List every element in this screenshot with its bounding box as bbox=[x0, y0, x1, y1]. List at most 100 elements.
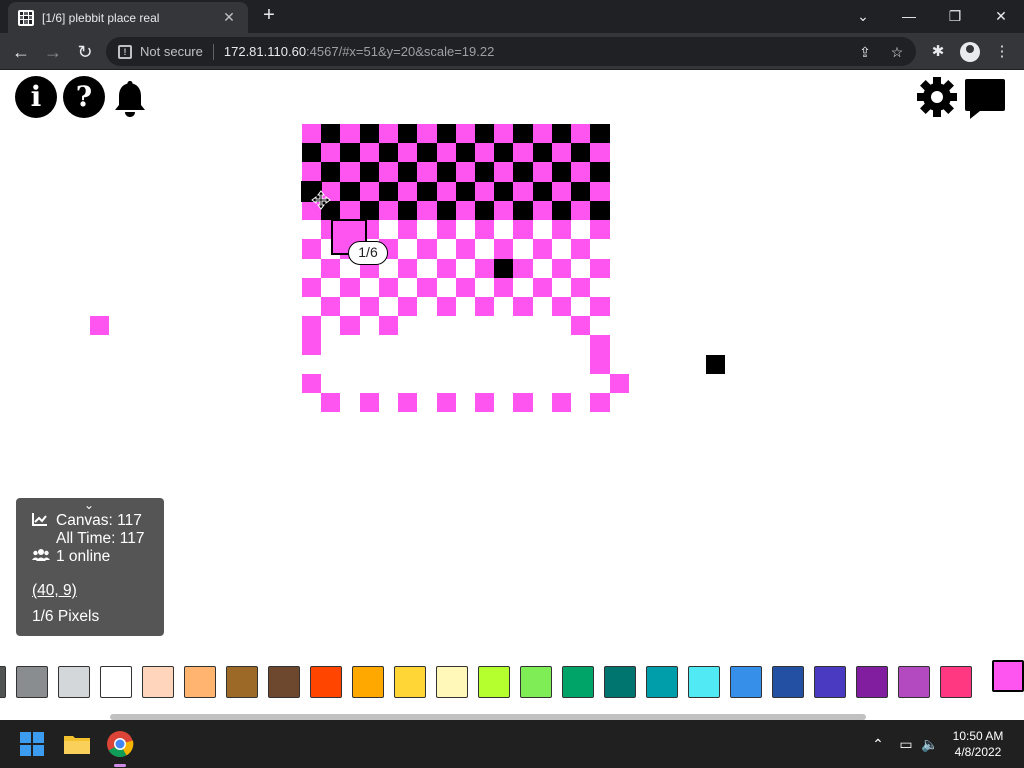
online-row: 1 online bbox=[32, 548, 164, 566]
palette-swatch[interactable] bbox=[730, 666, 762, 698]
canvas-pixel bbox=[398, 200, 418, 221]
canvas-pixel bbox=[90, 316, 110, 336]
forward-button[interactable]: → bbox=[40, 39, 66, 65]
canvas-pixel bbox=[474, 258, 495, 278]
palette-swatch[interactable] bbox=[184, 666, 216, 698]
palette-swatch[interactable] bbox=[604, 666, 636, 698]
back-button[interactable]: ← bbox=[8, 39, 34, 65]
users-icon bbox=[32, 548, 50, 567]
windows-start-icon[interactable] bbox=[16, 728, 48, 760]
canvas-pixel bbox=[321, 162, 341, 182]
palette-swatch[interactable] bbox=[814, 666, 846, 698]
info-button[interactable]: i bbox=[15, 76, 57, 118]
canvas-pixel bbox=[551, 296, 572, 317]
canvas-pixel bbox=[455, 162, 475, 182]
canvas-pixel bbox=[706, 355, 726, 375]
palette-swatch[interactable] bbox=[352, 666, 384, 698]
canvas-pixel bbox=[513, 220, 533, 240]
palette-swatch[interactable] bbox=[436, 666, 468, 698]
canvas-pixel bbox=[436, 220, 456, 240]
palette-swatch[interactable] bbox=[58, 666, 90, 698]
palette-swatch[interactable] bbox=[310, 666, 342, 698]
canvas-count-row: Canvas: 117 bbox=[32, 512, 164, 530]
palette-swatch[interactable] bbox=[226, 666, 258, 698]
chrome-icon[interactable] bbox=[104, 728, 136, 760]
new-tab-button[interactable]: + bbox=[258, 5, 280, 27]
profile-avatar-icon[interactable] bbox=[960, 42, 980, 62]
extensions-icon[interactable]: ✱ bbox=[928, 42, 948, 62]
palette-swatch[interactable] bbox=[688, 666, 720, 698]
canvas-pixel bbox=[340, 200, 360, 221]
palette-swatch[interactable] bbox=[268, 666, 300, 698]
canvas-pixel bbox=[378, 316, 399, 336]
canvas-pixel bbox=[474, 181, 495, 201]
palette-swatch[interactable] bbox=[772, 666, 804, 698]
canvas-pixel bbox=[359, 143, 379, 163]
share-icon[interactable]: ⇪ bbox=[856, 43, 874, 61]
bookmark-star-icon[interactable]: ☆ bbox=[888, 43, 906, 61]
taskbar: ⌃ ▭ 🔈 10:50 AM 4/8/2022 bbox=[0, 720, 1024, 768]
coordinates-link[interactable]: (40, 9) bbox=[32, 582, 77, 600]
system-clock[interactable]: 10:50 AM 4/8/2022 bbox=[940, 728, 1016, 760]
canvas-pixel bbox=[513, 124, 533, 144]
tab-title: [1/6] plebbit place real bbox=[42, 10, 160, 25]
palette-swatch[interactable] bbox=[100, 666, 132, 698]
notification-bell-icon[interactable] bbox=[110, 78, 150, 120]
canvas-pixel bbox=[590, 296, 610, 317]
palette-swatch-selected[interactable] bbox=[992, 660, 1024, 692]
canvas-pixel bbox=[436, 143, 456, 163]
palette-swatch[interactable] bbox=[898, 666, 930, 698]
canvas-pixel bbox=[571, 162, 591, 182]
palette-swatch[interactable] bbox=[394, 666, 426, 698]
canvas-pixel bbox=[474, 393, 495, 413]
palette-swatch[interactable] bbox=[646, 666, 678, 698]
url-text[interactable]: 172.81.110.60:4567/#x=51&y=20&scale=19.2… bbox=[224, 44, 494, 59]
reload-button[interactable]: ↻ bbox=[72, 39, 98, 65]
canvas-pixel bbox=[590, 335, 610, 355]
tab-close-icon[interactable]: ✕ bbox=[220, 9, 238, 26]
palette-swatch[interactable] bbox=[562, 666, 594, 698]
file-explorer-icon[interactable] bbox=[61, 728, 93, 760]
help-button[interactable]: ? bbox=[63, 76, 105, 118]
palette-swatch[interactable] bbox=[0, 666, 6, 698]
canvas-pixel bbox=[590, 181, 610, 201]
canvas-pixel bbox=[551, 162, 572, 182]
canvas-pixel bbox=[590, 143, 610, 163]
browser-tab[interactable]: [1/6] plebbit place real ✕ bbox=[8, 2, 248, 33]
warning-icon[interactable]: ! bbox=[118, 44, 132, 59]
omnibox-divider bbox=[212, 43, 214, 60]
canvas-pixel bbox=[455, 143, 475, 163]
palette-swatch[interactable] bbox=[520, 666, 552, 698]
settings-gear-icon[interactable] bbox=[916, 76, 958, 118]
chart-icon bbox=[32, 512, 50, 531]
network-icon[interactable]: ▭ bbox=[896, 734, 916, 754]
browser-tab-bar: [1/6] plebbit place real ✕ + ⌄ — ❐ ✕ bbox=[0, 0, 1024, 33]
canvas-pixel bbox=[571, 200, 591, 221]
palette-swatch[interactable] bbox=[478, 666, 510, 698]
collapse-chevron-icon[interactable]: ⌄ bbox=[84, 498, 94, 512]
maximize-button[interactable]: ❐ bbox=[940, 4, 970, 28]
canvas-pixel bbox=[494, 258, 514, 278]
clock-date: 4/8/2022 bbox=[954, 745, 1002, 759]
palette-swatch[interactable] bbox=[142, 666, 174, 698]
alltime-count: All Time: 117 bbox=[56, 530, 145, 547]
canvas-pixel bbox=[494, 277, 514, 297]
online-count: 1 online bbox=[56, 548, 111, 565]
palette-swatch[interactable] bbox=[856, 666, 888, 698]
canvas-pixel bbox=[417, 181, 437, 201]
volume-icon[interactable]: 🔈 bbox=[920, 734, 940, 754]
canvas-pixel bbox=[302, 316, 322, 336]
security-label[interactable]: Not secure bbox=[140, 44, 203, 59]
minimize-button[interactable]: — bbox=[894, 4, 924, 28]
palette-swatch[interactable] bbox=[16, 666, 48, 698]
chat-bubble-icon[interactable] bbox=[962, 76, 1006, 120]
show-hidden-icons[interactable]: ⌃ bbox=[868, 734, 888, 754]
close-window-button[interactable]: ✕ bbox=[986, 4, 1016, 28]
canvas-pixel bbox=[494, 162, 514, 182]
palette-swatch[interactable] bbox=[940, 666, 972, 698]
tab-search-icon[interactable]: ⌄ bbox=[848, 4, 878, 28]
more-menu-icon[interactable]: ⋮ bbox=[992, 42, 1012, 62]
canvas-pixel bbox=[340, 143, 360, 163]
canvas-pixel bbox=[398, 143, 418, 163]
address-bar[interactable]: ! Not secure 172.81.110.60:4567/#x=51&y=… bbox=[106, 37, 916, 66]
